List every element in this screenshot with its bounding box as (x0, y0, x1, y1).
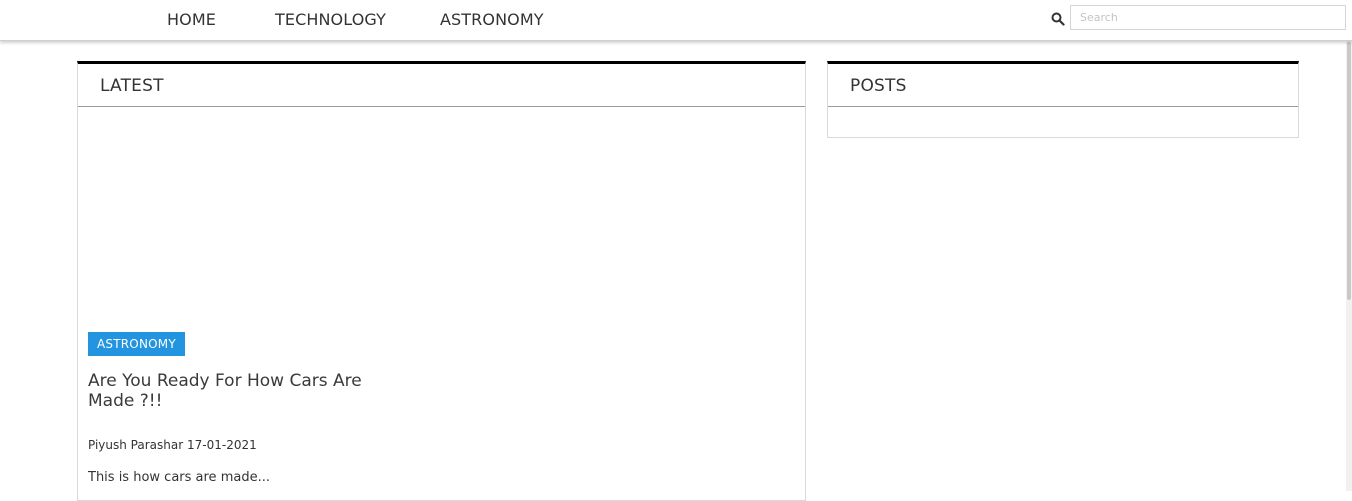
post-meta: Piyush Parashar 17-01-2021 (88, 438, 257, 452)
posts-panel-header: POSTS (828, 64, 1298, 107)
post-excerpt: This is how cars are made... (88, 470, 270, 485)
search-icon[interactable] (1051, 11, 1065, 26)
post-author: Piyush Parashar (88, 438, 184, 452)
latest-panel-header: LATEST (78, 64, 805, 107)
latest-panel-title: LATEST (100, 76, 164, 96)
nav-technology-link[interactable]: TECHNOLOGY (275, 10, 386, 29)
posts-panel-title: POSTS (850, 76, 907, 96)
top-navigation-bar: HOME TECHNOLOGY ASTRONOMY (0, 0, 1352, 41)
post-category-badge[interactable]: ASTRONOMY (88, 332, 185, 356)
post-title-link[interactable]: Are You Ready For How Cars Are Made ?!! (88, 371, 388, 411)
nav-home-link[interactable]: HOME (167, 10, 216, 29)
latest-panel: LATEST ASTRONOMY Are You Ready For How C… (77, 61, 806, 501)
posts-panel: POSTS (827, 61, 1299, 138)
post-date: 17-01-2021 (187, 438, 257, 452)
page-scrollbar-thumb[interactable] (1347, 42, 1351, 300)
search-input[interactable] (1070, 5, 1346, 30)
nav-astronomy-link[interactable]: ASTRONOMY (440, 10, 544, 29)
